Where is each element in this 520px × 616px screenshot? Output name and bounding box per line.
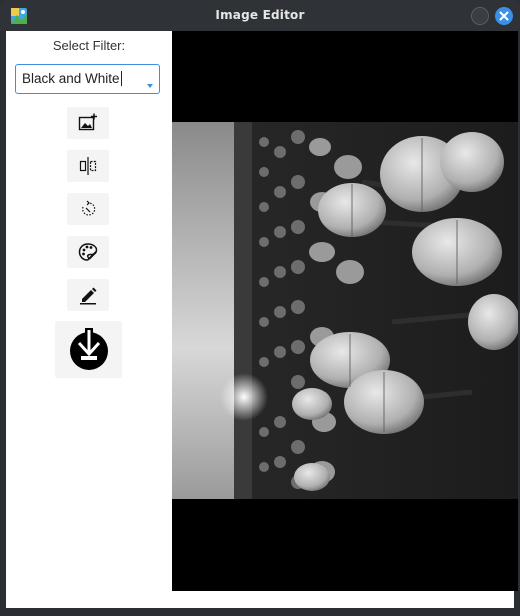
palette-button[interactable] xyxy=(67,236,109,268)
rotate-button[interactable] xyxy=(67,193,109,225)
app-window: Image Editor Select Filter: Black and Wh… xyxy=(0,0,520,616)
text-caret xyxy=(120,71,122,86)
rotate-icon xyxy=(82,200,96,216)
filter-combobox[interactable]: Black and White xyxy=(15,64,160,94)
filter-label: Select Filter: xyxy=(52,38,126,53)
flip-button[interactable] xyxy=(67,150,109,182)
image-canvas[interactable] xyxy=(172,31,518,591)
tool-sidebar: Select Filter: Black and White xyxy=(6,31,172,608)
chevron-down-icon[interactable] xyxy=(147,84,153,88)
add-image-icon xyxy=(78,113,97,131)
flip-icon xyxy=(79,157,97,175)
save-image-button[interactable] xyxy=(55,321,122,378)
filter-value: Black and White xyxy=(22,71,122,86)
client-area: Select Filter: Black and White xyxy=(6,31,518,608)
add-image-button[interactable] xyxy=(67,107,109,139)
close-icon xyxy=(499,11,509,21)
title-bar[interactable]: Image Editor xyxy=(0,0,520,31)
close-button[interactable] xyxy=(495,7,513,25)
download-icon xyxy=(70,328,108,370)
pencil-icon xyxy=(80,287,97,305)
palette-icon xyxy=(78,243,98,261)
window-title: Image Editor xyxy=(215,8,305,22)
draw-button[interactable] xyxy=(67,279,109,311)
filter-value-text: Black and White xyxy=(22,71,120,86)
tulip-photo xyxy=(172,122,518,499)
minimize-button[interactable] xyxy=(471,7,489,25)
